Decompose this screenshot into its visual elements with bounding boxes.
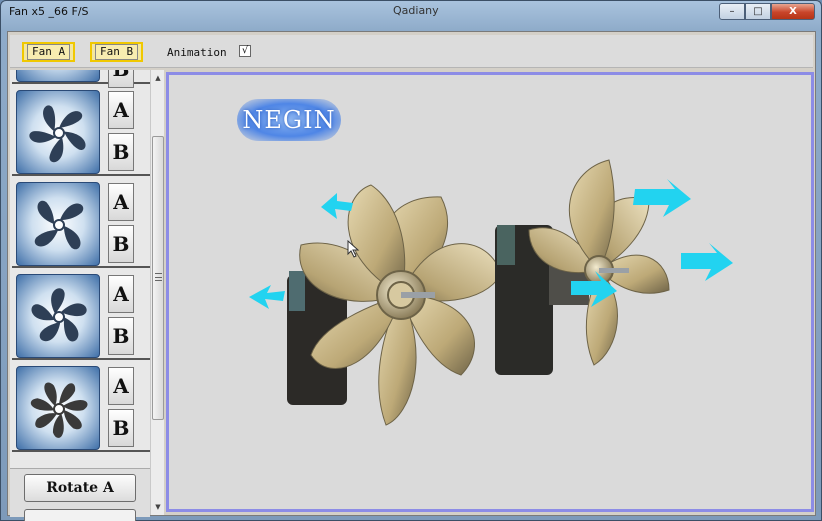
animation-stage[interactable]: NEGIN (166, 72, 814, 512)
fan-thumbnail[interactable] (16, 366, 100, 450)
select-b-button[interactable]: B (108, 133, 134, 171)
fan-a-button-label: Fan A (27, 44, 71, 60)
fan-list-item[interactable]: A B (12, 178, 150, 268)
select-a-button[interactable]: A (108, 275, 134, 313)
select-b-button[interactable]: B (108, 225, 134, 263)
airflow-arrow-icon (681, 243, 733, 281)
fan-icon (30, 382, 88, 438)
animation-label: Animation (167, 46, 227, 59)
fan-list-item[interactable]: A B (12, 86, 150, 176)
mouse-pointer-icon (347, 240, 360, 258)
select-a-button[interactable]: A (108, 367, 134, 405)
fan-list: B A B (10, 70, 150, 515)
fan-list-item[interactable]: A B (12, 270, 150, 360)
fan-b-button-label: Fan B (95, 44, 139, 60)
fan-icon (29, 105, 86, 163)
scroll-up-arrow-icon[interactable]: ▲ (152, 72, 164, 84)
select-a-button[interactable]: A (108, 91, 134, 129)
select-b-button[interactable]: B (108, 317, 134, 355)
title-bar[interactable]: Fan x5 _66 F/S Qadiany – □ X (1, 1, 821, 27)
rotate-panel: Rotate A (10, 468, 150, 521)
scroll-down-arrow-icon[interactable]: ▼ (152, 501, 164, 513)
client-area: Fan A Fan B Animation √ B (7, 31, 816, 521)
rotate-a-button[interactable]: Rotate A (24, 474, 136, 502)
grip-icon (155, 273, 162, 281)
airflow-arrow-icon (249, 285, 285, 309)
fan-a-button[interactable]: Fan A (22, 42, 76, 62)
fan-icon (31, 288, 87, 342)
maximize-button[interactable]: □ (745, 3, 771, 20)
fan-thumbnail[interactable] (16, 70, 100, 82)
close-button[interactable]: X (771, 3, 815, 20)
select-a-button[interactable]: A (108, 183, 134, 221)
scrollbar-thumb[interactable] (152, 136, 164, 420)
fan-thumbnail[interactable] (16, 274, 100, 358)
fan-render (249, 159, 733, 426)
select-b-button[interactable]: B (108, 409, 134, 447)
fan-list-item[interactable]: A B (12, 362, 150, 452)
window-title: Fan x5 _66 F/S (9, 5, 89, 18)
fan-b-button[interactable]: Fan B (90, 42, 144, 62)
toolbar: Fan A Fan B Animation √ (10, 35, 813, 68)
minimize-button[interactable]: – (719, 3, 745, 20)
app-window: Fan x5 _66 F/S Qadiany – □ X Fan A Fan B… (0, 0, 822, 521)
fan-thumbnail[interactable] (16, 90, 100, 174)
fan-icon (34, 200, 84, 250)
fan-list-scrollbar[interactable]: ▲ ▼ (150, 70, 164, 515)
window-center-title: Qadiany (393, 4, 439, 17)
rotate-b-button[interactable] (24, 509, 136, 521)
animation-checkbox[interactable]: √ (239, 45, 251, 57)
fan-thumbnail[interactable] (16, 182, 100, 266)
fan-list-item[interactable]: B (12, 70, 150, 88)
